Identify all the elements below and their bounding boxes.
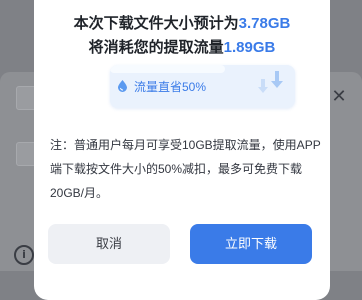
download-size-value: 3.78GB [238,15,291,32]
traffic-saving-banner: 流量直省50% [110,65,295,108]
close-icon[interactable]: ✕ [330,88,348,106]
download-now-button[interactable]: 立即下载 [190,224,312,264]
traffic-saving-label: 流量直省50% [134,80,207,94]
download-size-prefix: 本次下载文件大小预计为 [73,15,239,32]
download-dialog: 本次下载文件大小预计为3.78GB 将消耗您的提取流量1.89GB 流量直省50… [34,0,330,300]
info-icon[interactable]: i [14,245,34,265]
water-drop-icon [118,80,127,92]
download-size-line: 本次下载文件大小预计为3.78GB [34,12,330,33]
traffic-note: 注：普通用户每月可享受10GB提取流量，使用APP端下载按文件大小的50%减扣，… [50,138,321,200]
cancel-button[interactable]: 取消 [48,224,170,264]
banner-track [110,65,225,73]
traffic-cost-line: 将消耗您的提取流量1.89GB [34,36,330,57]
download-arrow-icon [258,71,283,93]
traffic-cost-prefix: 将消耗您的提取流量 [88,39,224,56]
traffic-cost-value: 1.89GB [223,39,276,56]
